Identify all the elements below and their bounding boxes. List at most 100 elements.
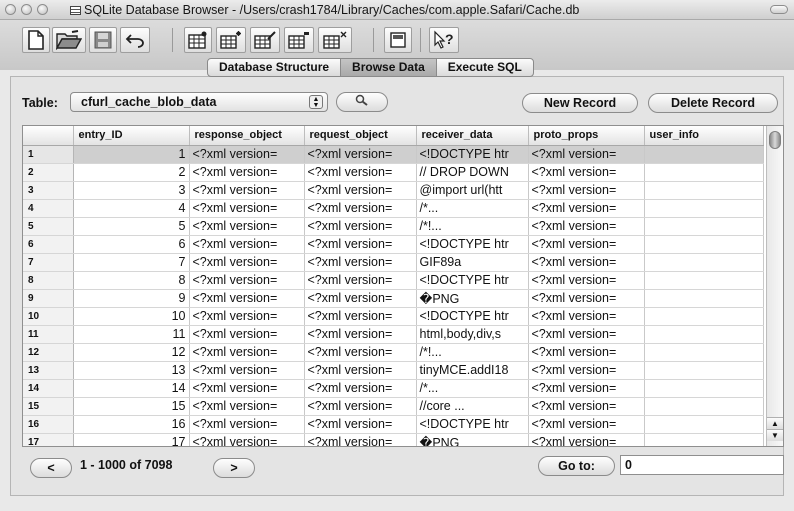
entry-id-cell[interactable]: 7 — [73, 253, 190, 272]
request-object-cell[interactable]: <?xml version= — [304, 307, 417, 326]
open-database-button[interactable] — [52, 27, 86, 53]
proto-props-cell[interactable]: <?xml version= — [528, 433, 645, 446]
response-object-cell[interactable]: <?xml version= — [189, 145, 305, 164]
column-header-entry-id[interactable]: entry_ID — [73, 126, 190, 146]
request-object-cell[interactable]: <?xml version= — [304, 343, 417, 362]
table-row[interactable]: 10 10 <?xml version= <?xml version= <!DOCTYP… — [23, 307, 764, 326]
request-object-cell[interactable]: <?xml version= — [304, 217, 417, 236]
column-header-rownum[interactable] — [23, 126, 74, 146]
proto-props-cell[interactable]: <?xml version= — [528, 415, 645, 434]
receiver-data-cell[interactable]: tinyMCE.addI18 — [416, 361, 529, 380]
row-number-cell[interactable]: 17 — [23, 433, 74, 446]
create-table-button[interactable] — [184, 27, 212, 53]
entry-id-cell[interactable]: 16 — [73, 415, 190, 434]
proto-props-cell[interactable]: <?xml version= — [528, 289, 645, 308]
proto-props-cell[interactable]: <?xml version= — [528, 397, 645, 416]
table-row[interactable]: 14 14 <?xml version= <?xml version=/*... <?x… — [23, 379, 764, 398]
request-object-cell[interactable]: <?xml version= — [304, 289, 417, 308]
request-object-cell[interactable]: <?xml version= — [304, 235, 417, 254]
delete-record-button[interactable]: Delete Record — [648, 93, 778, 113]
receiver-data-cell[interactable]: @import url(htt — [416, 181, 529, 200]
response-object-cell[interactable]: <?xml version= — [189, 307, 305, 326]
response-object-cell[interactable]: <?xml version= — [189, 163, 305, 182]
request-object-cell[interactable]: <?xml version= — [304, 433, 417, 446]
next-page-button[interactable]: > — [213, 458, 255, 478]
user-info-cell[interactable] — [644, 307, 764, 326]
new-record-button[interactable]: New Record — [522, 93, 638, 113]
table-row[interactable]: 16 16 <?xml version= <?xml version= <!DOCTYP… — [23, 415, 764, 434]
save-button[interactable] — [89, 27, 117, 53]
toolbar-toggle-button[interactable] — [770, 5, 788, 14]
receiver-data-cell[interactable]: /*!... — [416, 217, 529, 236]
request-object-cell[interactable]: <?xml version= — [304, 199, 417, 218]
new-database-button[interactable] — [22, 27, 50, 53]
user-info-cell[interactable] — [644, 145, 764, 164]
entry-id-cell[interactable]: 9 — [73, 289, 190, 308]
user-info-cell[interactable] — [644, 379, 764, 398]
entry-id-cell[interactable]: 5 — [73, 217, 190, 236]
user-info-cell[interactable] — [644, 163, 764, 182]
proto-props-cell[interactable]: <?xml version= — [528, 361, 645, 380]
receiver-data-cell[interactable]: �PNG — [416, 289, 529, 308]
response-object-cell[interactable]: <?xml version= — [189, 415, 305, 434]
vertical-scrollbar[interactable]: ▲ ▼ — [766, 126, 783, 446]
user-info-cell[interactable] — [644, 325, 764, 344]
undo-button[interactable] — [120, 27, 150, 53]
entry-id-cell[interactable]: 4 — [73, 199, 190, 218]
user-info-cell[interactable] — [644, 271, 764, 290]
modify-table-button[interactable] — [250, 27, 280, 53]
receiver-data-cell[interactable]: /*... — [416, 379, 529, 398]
proto-props-cell[interactable]: <?xml version= — [528, 307, 645, 326]
tab-execute-sql[interactable]: Execute SQL — [437, 59, 533, 76]
entry-id-cell[interactable]: 6 — [73, 235, 190, 254]
user-info-cell[interactable] — [644, 253, 764, 272]
response-object-cell[interactable]: <?xml version= — [189, 397, 305, 416]
user-info-cell[interactable] — [644, 415, 764, 434]
row-number-cell[interactable]: 7 — [23, 253, 74, 272]
table-row[interactable]: 7 7 <?xml version= <?xml version= GIF89a <?xm… — [23, 253, 764, 272]
table-row[interactable]: 2 2 <?xml version= <?xml version=// DROP DO… — [23, 163, 764, 182]
user-info-cell[interactable] — [644, 217, 764, 236]
response-object-cell[interactable]: <?xml version= — [189, 253, 305, 272]
entry-id-cell[interactable]: 11 — [73, 325, 190, 344]
receiver-data-cell[interactable]: <!DOCTYPE htr — [416, 307, 529, 326]
proto-props-cell[interactable]: <?xml version= — [528, 181, 645, 200]
proto-props-cell[interactable]: <?xml version= — [528, 217, 645, 236]
response-object-cell[interactable]: <?xml version= — [189, 235, 305, 254]
receiver-data-cell[interactable]: <!DOCTYPE htr — [416, 271, 529, 290]
table-row[interactable]: 1 1 <?xml version= <?xml version= <!DOCTYPE … — [23, 145, 764, 164]
table-row[interactable]: 9 9 <?xml version= <?xml version= �PNG <?xml … — [23, 289, 764, 308]
tab-browse-data[interactable]: Browse Data — [341, 59, 437, 76]
user-info-cell[interactable] — [644, 397, 764, 416]
table-row[interactable]: 12 12 <?xml version= <?xml version=/*!... <?… — [23, 343, 764, 362]
receiver-data-cell[interactable]: <!DOCTYPE htr — [416, 145, 529, 164]
row-number-cell[interactable]: 13 — [23, 361, 74, 380]
entry-id-cell[interactable]: 15 — [73, 397, 190, 416]
receiver-data-cell[interactable]: //core ... — [416, 397, 529, 416]
scrollbar-thumb[interactable] — [769, 131, 781, 149]
row-number-cell[interactable]: 4 — [23, 199, 74, 218]
request-object-cell[interactable]: <?xml version= — [304, 253, 417, 272]
column-header-proto-props[interactable]: proto_props — [528, 126, 645, 146]
row-number-cell[interactable]: 12 — [23, 343, 74, 362]
row-number-cell[interactable]: 15 — [23, 397, 74, 416]
entry-id-cell[interactable]: 2 — [73, 163, 190, 182]
tab-database-structure[interactable]: Database Structure — [208, 59, 342, 76]
delete-index-button[interactable] — [318, 27, 352, 53]
table-row[interactable]: 6 6 <?xml version= <?xml version= <!DOCTYPE … — [23, 235, 764, 254]
entry-id-cell[interactable]: 3 — [73, 181, 190, 200]
response-object-cell[interactable]: <?xml version= — [189, 181, 305, 200]
row-number-cell[interactable]: 8 — [23, 271, 74, 290]
row-number-cell[interactable]: 9 — [23, 289, 74, 308]
table-row[interactable]: 4 4 <?xml version= <?xml version=/*... <?xml… — [23, 199, 764, 218]
proto-props-cell[interactable]: <?xml version= — [528, 343, 645, 362]
request-object-cell[interactable]: <?xml version= — [304, 397, 417, 416]
row-number-cell[interactable]: 16 — [23, 415, 74, 434]
proto-props-cell[interactable]: <?xml version= — [528, 235, 645, 254]
user-info-cell[interactable] — [644, 289, 764, 308]
receiver-data-cell[interactable]: html,body,div,s — [416, 325, 529, 344]
response-object-cell[interactable]: <?xml version= — [189, 199, 305, 218]
request-object-cell[interactable]: <?xml version= — [304, 415, 417, 434]
entry-id-cell[interactable]: 14 — [73, 379, 190, 398]
user-info-cell[interactable] — [644, 235, 764, 254]
